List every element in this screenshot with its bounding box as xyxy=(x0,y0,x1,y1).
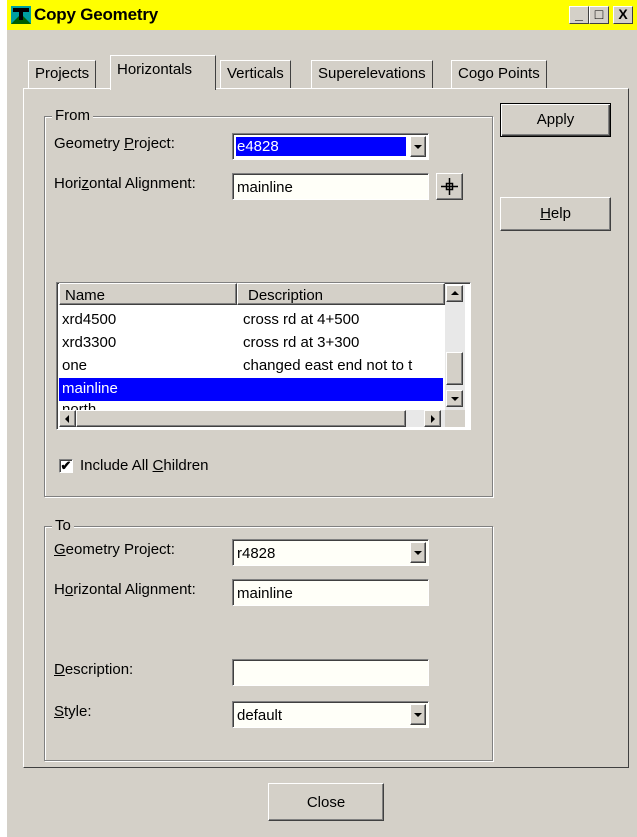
horizontal-scrollbar[interactable] xyxy=(59,410,445,427)
column-header-label: Description xyxy=(248,287,324,304)
horizontals-list[interactable]: Name Description xrd4500 cross rd at 4+5… xyxy=(56,282,471,430)
from-group-label: From xyxy=(52,107,93,124)
close-button[interactable]: Close xyxy=(268,783,384,821)
tab-cogo-points[interactable]: Cogo Points xyxy=(451,60,547,88)
to-horizontal-alignment-value: mainline xyxy=(237,585,293,602)
list-row[interactable]: one changed east end not to t xyxy=(59,355,443,378)
maximize-button[interactable]: □ xyxy=(589,6,609,24)
to-geometry-project-value: r4828 xyxy=(237,545,276,562)
column-header-label: Name xyxy=(65,287,106,304)
list-row[interactable]: xrd3300 cross rd at 3+300 xyxy=(59,332,443,355)
style-label: Style: xyxy=(54,703,92,720)
tab-label: Verticals xyxy=(227,65,284,82)
chevron-down-icon[interactable] xyxy=(410,704,426,725)
from-horizontal-alignment-value: mainline xyxy=(237,179,293,196)
from-geometry-project-value: e4828 xyxy=(237,138,279,155)
row-name: north xyxy=(62,401,97,410)
to-horizontal-alignment-label: Horizontal Alignment: xyxy=(54,581,196,598)
list-row[interactable]: xrd4500 cross rd at 4+500 xyxy=(59,309,443,332)
row-name: xrd4500 xyxy=(62,311,117,328)
help-button[interactable]: Help xyxy=(500,197,611,231)
tab-verticals[interactable]: Verticals xyxy=(220,60,291,88)
window-title: Copy Geometry xyxy=(34,5,158,24)
scroll-left-button[interactable] xyxy=(59,410,76,427)
chevron-down-icon[interactable] xyxy=(410,136,426,157)
from-horizontal-alignment-input[interactable]: mainline xyxy=(232,173,429,200)
close-button-label: Close xyxy=(306,794,346,811)
scroll-right-button[interactable] xyxy=(424,410,441,427)
close-window-button[interactable]: X xyxy=(613,6,633,24)
tab-panel-horizontals: From Geometry Project: e4828 Horizontal … xyxy=(23,88,629,768)
column-header-name[interactable]: Name xyxy=(59,283,237,305)
style-combo[interactable]: default xyxy=(232,701,429,728)
row-description: cross rd at 4+500 xyxy=(243,311,360,328)
include-all-children-checkbox[interactable]: ✔ xyxy=(59,459,73,473)
tab-label: Cogo Points xyxy=(458,65,540,82)
row-description: changed east end not to t xyxy=(243,357,413,374)
scroll-corner xyxy=(445,410,465,427)
from-horizontal-alignment-label: Horizontal Alignment: xyxy=(54,175,196,192)
scroll-up-button[interactable] xyxy=(446,285,463,302)
title-bar[interactable]: Copy Geometry _ □ X xyxy=(7,0,637,30)
minimize-button[interactable]: _ xyxy=(569,6,589,24)
row-name: mainline xyxy=(62,380,118,397)
app-icon xyxy=(11,6,31,24)
list-row[interactable]: north xyxy=(59,401,443,410)
tab-superelevations[interactable]: Superelevations xyxy=(311,60,433,88)
pick-alignment-button[interactable] xyxy=(436,173,463,200)
tab-label: Projects xyxy=(35,65,90,82)
tab-label: Superelevations xyxy=(318,65,426,82)
row-name: xrd3300 xyxy=(62,334,117,351)
tab-label: Horizontals xyxy=(117,61,193,78)
to-group-label: To xyxy=(52,517,74,534)
chevron-down-icon[interactable] xyxy=(410,542,426,563)
from-geometry-project-label: Geometry Project: xyxy=(54,135,175,152)
scroll-down-button[interactable] xyxy=(446,390,463,407)
list-row-selected[interactable]: mainline xyxy=(59,378,443,401)
tab-horizontals[interactable]: Horizontals xyxy=(110,55,216,90)
scroll-thumb[interactable] xyxy=(76,410,406,427)
to-geometry-project-label: Geometry Project: xyxy=(54,541,175,558)
vertical-scrollbar[interactable] xyxy=(445,285,465,410)
row-name: one xyxy=(62,357,88,374)
copy-geometry-window: Copy Geometry _ □ X Projects Horizontals… xyxy=(7,0,637,837)
description-label: Description: xyxy=(54,661,134,678)
column-header-description[interactable]: Description xyxy=(237,283,445,305)
description-input[interactable] xyxy=(232,659,429,686)
to-horizontal-alignment-input[interactable]: mainline xyxy=(232,579,429,606)
from-geometry-project-combo[interactable]: e4828 xyxy=(232,133,429,160)
crosshair-icon xyxy=(441,178,458,195)
scroll-thumb[interactable] xyxy=(446,352,463,385)
apply-button-label: Apply xyxy=(536,111,575,128)
to-geometry-project-combo[interactable]: r4828 xyxy=(232,539,429,566)
row-description: cross rd at 3+300 xyxy=(243,334,360,351)
style-value: default xyxy=(237,707,283,724)
help-button-label: Help xyxy=(540,205,571,222)
tab-projects[interactable]: Projects xyxy=(28,60,97,88)
include-all-children-label[interactable]: Include All Children xyxy=(80,457,208,474)
apply-button[interactable]: Apply xyxy=(500,103,611,137)
